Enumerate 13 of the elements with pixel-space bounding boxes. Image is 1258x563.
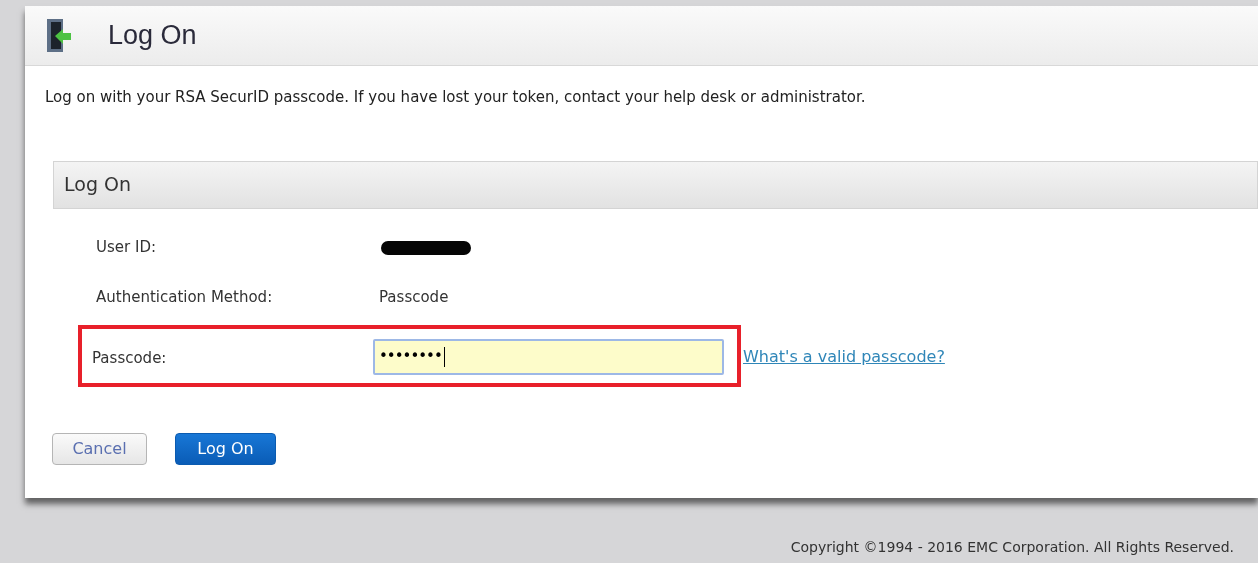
field-label: Authentication Method: <box>96 287 274 309</box>
passcode-field[interactable]: •••••••• <box>373 338 724 375</box>
field-value: Passcode <box>379 287 449 309</box>
page-title: Log On <box>108 19 197 53</box>
help-link[interactable]: What's a valid passcode? <box>743 344 945 369</box>
field-label: User ID: <box>96 237 157 259</box>
log-on-button[interactable]: Log On <box>175 432 276 465</box>
section-title: Log On <box>64 172 131 198</box>
description: Log on with your RSA SecurID passcode. If you have lost your token, contact your help desk or administrator. <box>45 87 867 108</box>
copyright-text: Copyright ©1994 - 2016 EMC Corporation. All Rights Reserved. <box>790 538 1234 557</box>
field-label: Passcode: <box>92 348 168 370</box>
cancel-button[interactable]: Cancel <box>52 432 147 465</box>
door-icon <box>45 17 73 54</box>
